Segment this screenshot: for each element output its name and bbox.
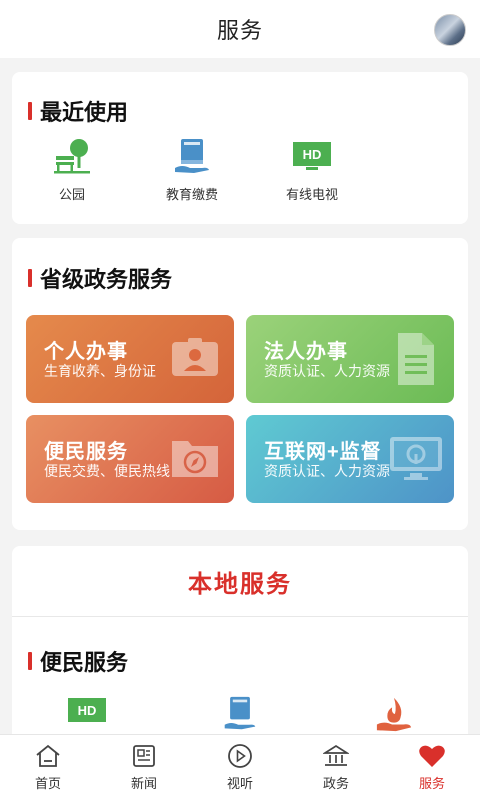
section-marker xyxy=(28,652,32,670)
tab-label: 服务 xyxy=(418,776,445,791)
tile-subtitle: 便民交费、便民热线 xyxy=(44,463,170,479)
tile-subtitle: 资质认证、人力资源 xyxy=(264,463,390,479)
tile-convenient-services[interactable]: 便民服务 便民交费、便民热线 xyxy=(26,415,234,503)
hd-badge-text: HD xyxy=(303,147,322,162)
document-icon xyxy=(390,331,440,385)
tab-home[interactable]: 首页 xyxy=(0,735,96,800)
recent-item-label: 公园 xyxy=(58,187,85,202)
provincial-card: 省级政务服务 个人办事 生育收养、身份证 法人办事 资质认证、人力资源 便民服务… xyxy=(12,238,468,530)
recent-list: 公园 教育缴费 HD 有线电视 xyxy=(12,134,468,203)
tab-label: 首页 xyxy=(34,776,61,791)
tab-label: 新闻 xyxy=(130,776,157,791)
recent-item-park[interactable]: 公园 xyxy=(12,134,132,203)
recent-card: 最近使用 公园 教育缴费 HD 有线电视 xyxy=(12,72,468,224)
folder-compass-icon xyxy=(170,433,220,483)
recent-item-label: 教育缴费 xyxy=(165,187,218,202)
hd-tv-icon: HD xyxy=(290,134,334,178)
recent-header: 最近使用 xyxy=(28,95,128,127)
page-title: 服务 xyxy=(216,18,263,43)
government-icon xyxy=(322,743,350,769)
local-section-title: 便民服务 xyxy=(40,650,129,675)
recent-item-cable-tv[interactable]: HD 有线电视 xyxy=(252,134,372,203)
provincial-title: 省级政务服务 xyxy=(40,267,173,292)
id-card-icon xyxy=(170,333,220,383)
book-hand-icon xyxy=(170,134,214,178)
section-marker xyxy=(28,269,32,287)
tile-personal-affairs[interactable]: 个人办事 生育收养、身份证 xyxy=(26,315,234,403)
recent-item-education[interactable]: 教育缴费 xyxy=(132,134,252,203)
hd-tv-icon[interactable]: HD xyxy=(67,696,107,737)
flame-hand-icon[interactable] xyxy=(374,696,414,739)
tab-audiovisual[interactable]: 视听 xyxy=(192,735,288,800)
tile-title: 便民服务 xyxy=(44,441,128,463)
tile-title: 法人办事 xyxy=(264,341,348,363)
divider xyxy=(12,616,468,617)
tab-label: 视听 xyxy=(226,776,253,791)
home-icon xyxy=(34,743,62,769)
hd-badge-text: HD xyxy=(78,703,97,718)
tab-services[interactable]: 服务 xyxy=(384,735,480,800)
section-marker xyxy=(28,102,32,120)
tab-label: 政务 xyxy=(322,776,349,791)
monitor-icon xyxy=(388,433,444,483)
tile-subtitle: 资质认证、人力资源 xyxy=(264,363,390,379)
tab-government[interactable]: 政务 xyxy=(288,735,384,800)
tab-news[interactable]: 新闻 xyxy=(96,735,192,800)
tile-title: 个人办事 xyxy=(44,341,128,363)
heart-icon xyxy=(418,743,446,769)
local-section-header: 便民服务 xyxy=(28,645,128,677)
local-title: 本地服务 xyxy=(188,570,292,598)
book-hand-icon[interactable] xyxy=(222,696,258,737)
local-card: 本地服务 便民服务 HD xyxy=(12,546,468,746)
provincial-header: 省级政务服务 xyxy=(28,262,172,294)
park-icon xyxy=(50,134,94,178)
tile-legal-affairs[interactable]: 法人办事 资质认证、人力资源 xyxy=(246,315,454,403)
play-icon xyxy=(226,743,254,769)
avatar[interactable] xyxy=(434,14,466,46)
top-bar: 服务 xyxy=(0,0,480,58)
news-icon xyxy=(130,743,158,769)
recent-item-label: 有线电视 xyxy=(285,187,338,202)
local-list: HD xyxy=(12,696,468,736)
recent-title: 最近使用 xyxy=(40,100,129,125)
tile-subtitle: 生育收养、身份证 xyxy=(44,363,156,379)
tab-bar: 首页 新闻 视听 政务 服务 xyxy=(0,734,480,800)
tile-title: 互联网+监督 xyxy=(264,441,382,463)
tile-internet-supervision[interactable]: 互联网+监督 资质认证、人力资源 xyxy=(246,415,454,503)
